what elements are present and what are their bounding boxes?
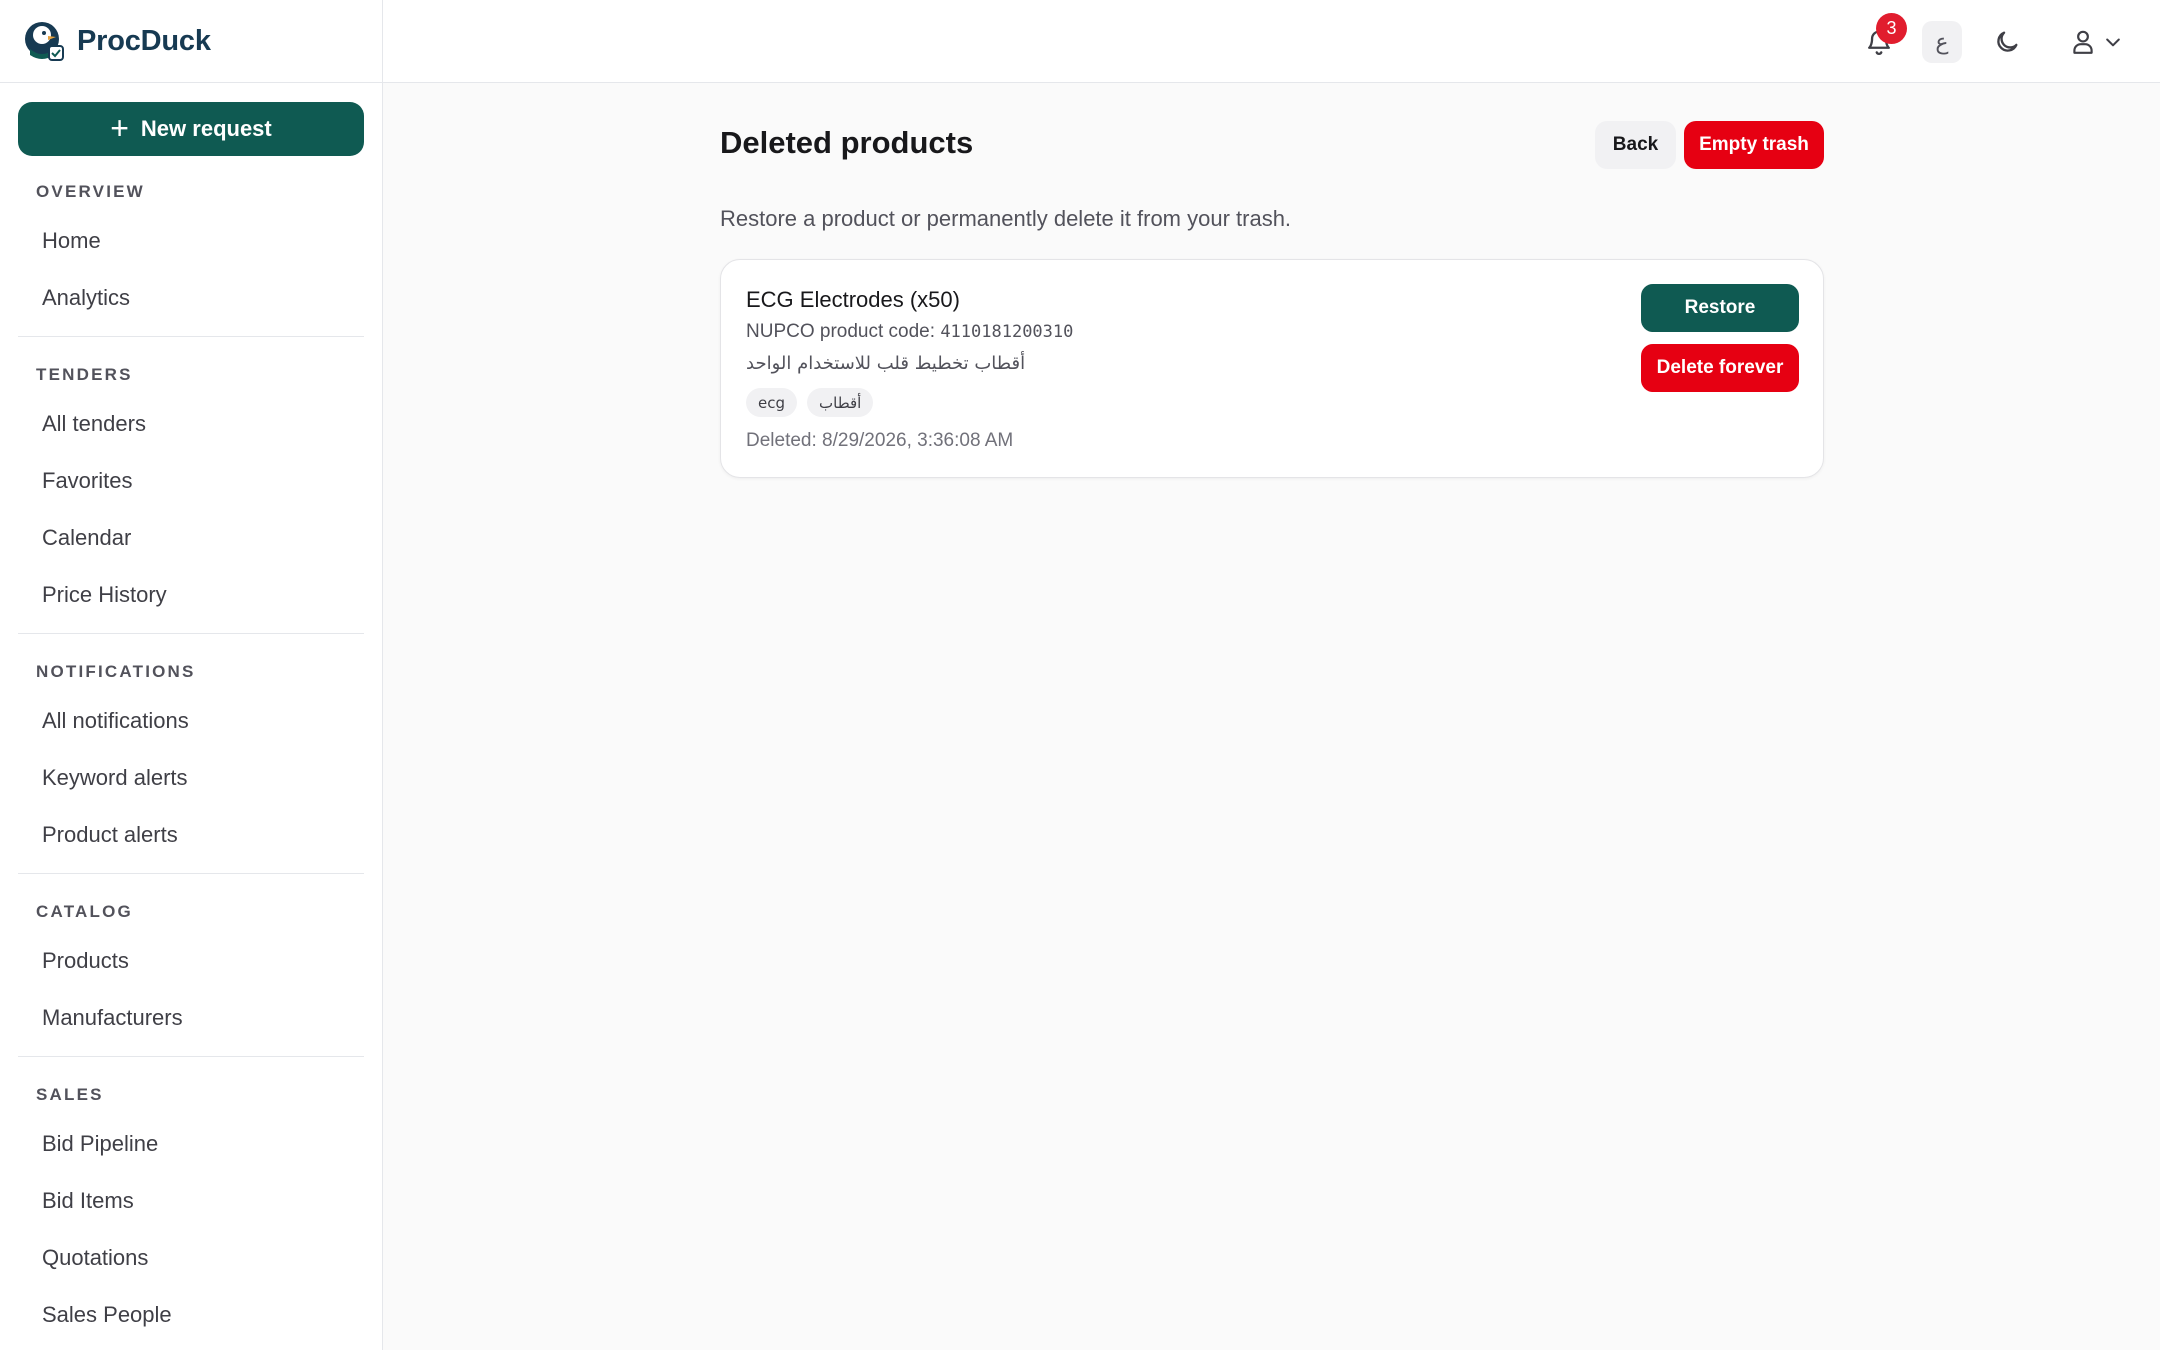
sidebar-item-price-history[interactable]: Price History bbox=[18, 566, 364, 623]
page-subtitle: Restore a product or permanently delete … bbox=[720, 206, 1292, 231]
sidebar-item-all-notifications[interactable]: All notifications bbox=[18, 692, 364, 749]
delete-forever-button[interactable]: Delete forever bbox=[1641, 344, 1799, 392]
nav-section-catalog: CATALOG Products Manufacturers bbox=[18, 892, 364, 1057]
brand-name: ProcDuck bbox=[77, 24, 211, 57]
moon-icon[interactable] bbox=[1987, 22, 2027, 62]
sidebar-item-keyword-alerts[interactable]: Keyword alerts bbox=[18, 749, 364, 806]
nav-section-title: TENDERS bbox=[36, 365, 133, 384]
notification-count-badge: 3 bbox=[1876, 13, 1907, 44]
nav-section-sales: SALES Bid Pipeline Bid Items Quotations … bbox=[18, 1075, 364, 1350]
main-content: Deleted products Back Empty trash Restor… bbox=[720, 83, 1824, 478]
nav-section-title: NOTIFICATIONS bbox=[36, 662, 196, 681]
sidebar-item-bid-pipeline[interactable]: Bid Pipeline bbox=[18, 1115, 364, 1172]
back-button[interactable]: Back bbox=[1595, 121, 1676, 169]
chevron-down-icon[interactable] bbox=[2099, 28, 2127, 56]
product-code-label: NUPCO product code: bbox=[746, 321, 936, 342]
nav-section-notifications: NOTIFICATIONS All notifications Keyword … bbox=[18, 652, 364, 874]
duck-logo-icon bbox=[25, 22, 64, 61]
sidebar-item-quotations[interactable]: Quotations bbox=[18, 1229, 364, 1286]
sidebar-item-sales-people[interactable]: Sales People bbox=[18, 1286, 364, 1343]
sidebar-item-favorites[interactable]: Favorites bbox=[18, 452, 364, 509]
product-tags: ecg أقطاب bbox=[746, 388, 874, 417]
restore-button[interactable]: Restore bbox=[1641, 284, 1799, 332]
page-header: Deleted products Back Empty trash Restor… bbox=[720, 83, 1824, 231]
product-code-line: NUPCO product code: 4110181200310 bbox=[746, 321, 1073, 343]
nav-section-overview: OVERVIEW Home Analytics bbox=[18, 172, 364, 337]
sidebar-item-home[interactable]: Home bbox=[18, 212, 364, 269]
product-code: 4110181200310 bbox=[940, 322, 1074, 342]
deleted-product-card: ECG Electrodes (x50) NUPCO product code:… bbox=[720, 259, 1824, 478]
user-icon[interactable] bbox=[2063, 22, 2103, 62]
deleted-timestamp: Deleted: 8/29/2026, 3:36:08 AM bbox=[746, 430, 1014, 451]
sidebar-item-all-tenders[interactable]: All tenders bbox=[18, 395, 364, 452]
sidebar-item-manufacturers[interactable]: Manufacturers bbox=[18, 989, 364, 1046]
tag: أقطاب bbox=[807, 388, 874, 417]
top-bar: 3 ع bbox=[383, 0, 2160, 83]
nav-section-title: SALES bbox=[36, 1085, 104, 1104]
sidebar-item-analytics[interactable]: Analytics bbox=[18, 269, 364, 326]
tag: ecg bbox=[746, 388, 797, 417]
sidebar-nav: OVERVIEW Home Analytics TENDERS All tend… bbox=[18, 172, 364, 1350]
new-request-label: New request bbox=[140, 116, 272, 141]
page-title: Deleted products bbox=[720, 125, 974, 160]
nav-section-tenders: TENDERS All tenders Favorites Calendar P… bbox=[18, 355, 364, 634]
sidebar-item-calendar[interactable]: Calendar bbox=[18, 509, 364, 566]
product-arabic-name: أقطاب تخطيط قلب للاستخدام الواحد bbox=[746, 353, 1026, 374]
nav-section-title: OVERVIEW bbox=[36, 182, 145, 201]
new-request-button[interactable]: + New request bbox=[18, 102, 364, 156]
empty-trash-button[interactable]: Empty trash bbox=[1684, 121, 1824, 169]
sidebar-item-bid-items[interactable]: Bid Items bbox=[18, 1172, 364, 1229]
sidebar: ProcDuck + New request OVERVIEW Home Ana… bbox=[0, 0, 383, 1350]
nav-section-title: CATALOG bbox=[36, 902, 133, 921]
sidebar-item-product-alerts[interactable]: Product alerts bbox=[18, 806, 364, 863]
product-name: ECG Electrodes (x50) bbox=[746, 287, 960, 312]
language-toggle-button[interactable]: ع bbox=[1922, 21, 1962, 63]
plus-icon: + bbox=[110, 109, 129, 146]
sidebar-item-products[interactable]: Products bbox=[18, 932, 364, 989]
brand[interactable]: ProcDuck bbox=[0, 0, 382, 83]
